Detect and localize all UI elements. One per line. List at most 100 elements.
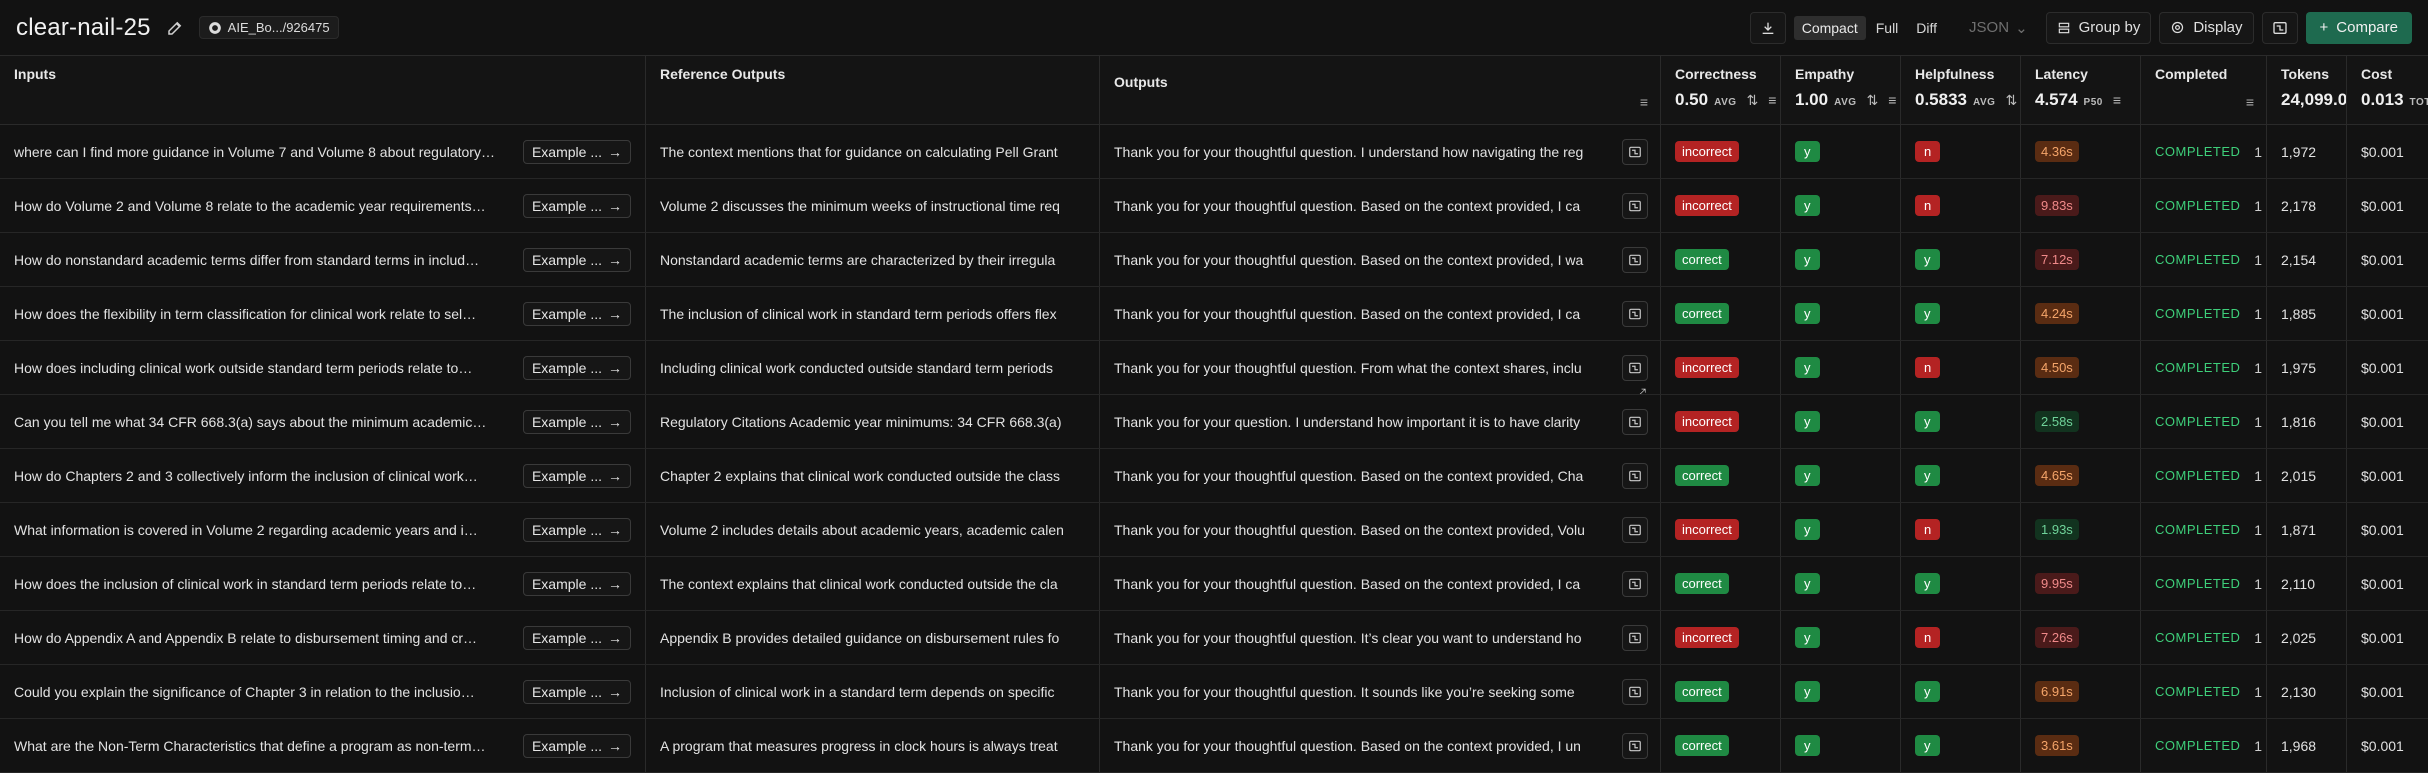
- correctness-cell[interactable]: incorrect: [1661, 341, 1781, 394]
- display-button[interactable]: Display: [2159, 11, 2254, 44]
- correctness-cell[interactable]: correct: [1661, 665, 1781, 718]
- example-button[interactable]: Example ... →: [522, 409, 631, 434]
- col-empathy[interactable]: Empathy 1.00 AVG ⇅ ≡: [1781, 56, 1901, 124]
- empathy-cell[interactable]: y: [1781, 287, 1901, 340]
- output-cell[interactable]: Thank you for your thoughtful question. …: [1100, 449, 1661, 502]
- empathy-cell[interactable]: y: [1781, 503, 1901, 556]
- table-row[interactable]: What are the Non-Term Characteristics th…: [0, 719, 2428, 773]
- input-cell[interactable]: How do Chapters 2 and 3 collectively inf…: [0, 449, 646, 502]
- reference-cell[interactable]: Chapter 2 explains that clinical work co…: [646, 449, 1100, 502]
- trace-icon[interactable]: [1622, 301, 1648, 327]
- input-cell[interactable]: How does the inclusion of clinical work …: [0, 557, 646, 610]
- reference-cell[interactable]: The inclusion of clinical work in standa…: [646, 287, 1100, 340]
- empathy-cell[interactable]: y: [1781, 665, 1901, 718]
- correctness-cell[interactable]: incorrect: [1661, 179, 1781, 232]
- latency-cell[interactable]: 4.24s: [2021, 287, 2141, 340]
- table-row[interactable]: How do Appendix A and Appendix B relate …: [0, 611, 2428, 665]
- latency-cell[interactable]: 9.83s: [2021, 179, 2141, 232]
- empathy-cell[interactable]: y: [1781, 395, 1901, 448]
- reference-cell[interactable]: Including clinical work conducted outsid…: [646, 341, 1100, 394]
- input-cell[interactable]: How does the flexibility in term classif…: [0, 287, 646, 340]
- example-button[interactable]: Example ... →: [522, 679, 631, 704]
- output-cell[interactable]: Thank you for your thoughtful question. …: [1100, 665, 1661, 718]
- example-button[interactable]: Example ... →: [522, 355, 631, 380]
- table-row[interactable]: How do nonstandard academic terms differ…: [0, 233, 2428, 287]
- col-outputs[interactable]: Outputs ≡: [1100, 56, 1661, 124]
- helpfulness-cell[interactable]: y: [1901, 287, 2021, 340]
- example-button[interactable]: Example ... →: [522, 733, 631, 758]
- completed-cell[interactable]: COMPLETED 1: [2141, 557, 2267, 610]
- empathy-cell[interactable]: y: [1781, 611, 1901, 664]
- trace-icon[interactable]: [1622, 571, 1648, 597]
- repo-link[interactable]: AIE_Bo.../926475: [198, 16, 339, 39]
- compare-button[interactable]: + Compare: [2305, 11, 2412, 44]
- table-row[interactable]: How does the inclusion of clinical work …: [0, 557, 2428, 611]
- latency-cell[interactable]: 3.61s: [2021, 719, 2141, 772]
- correctness-cell[interactable]: correct: [1661, 233, 1781, 286]
- output-cell[interactable]: Thank you for your thoughtful question. …: [1100, 503, 1661, 556]
- table-row[interactable]: How does the flexibility in term classif…: [0, 287, 2428, 341]
- helpfulness-cell[interactable]: y: [1901, 665, 2021, 718]
- trace-icon[interactable]: [1622, 517, 1648, 543]
- helpfulness-cell[interactable]: y: [1901, 395, 2021, 448]
- example-button[interactable]: Example ... →: [522, 139, 631, 164]
- input-cell[interactable]: How do Volume 2 and Volume 8 relate to t…: [0, 179, 646, 232]
- example-button[interactable]: Example ... →: [522, 301, 631, 326]
- output-cell[interactable]: Thank you for your thoughtful question. …: [1100, 611, 1661, 664]
- empathy-cell[interactable]: y: [1781, 341, 1901, 394]
- view-compact[interactable]: Compact: [1793, 15, 1866, 40]
- correctness-cell[interactable]: incorrect: [1661, 395, 1781, 448]
- edit-pencil-icon[interactable]: [165, 18, 185, 38]
- filter-icon[interactable]: ≡: [1640, 94, 1648, 110]
- correctness-cell[interactable]: correct: [1661, 449, 1781, 502]
- completed-cell[interactable]: COMPLETED 1: [2141, 449, 2267, 502]
- output-cell[interactable]: Thank you for your thoughtful question. …: [1100, 233, 1661, 286]
- latency-cell[interactable]: 2.58s: [2021, 395, 2141, 448]
- empathy-cell[interactable]: y: [1781, 179, 1901, 232]
- reference-cell[interactable]: The context explains that clinical work …: [646, 557, 1100, 610]
- example-button[interactable]: Example ... →: [522, 463, 631, 488]
- input-cell[interactable]: What are the Non-Term Characteristics th…: [0, 719, 646, 772]
- download-button[interactable]: [1749, 11, 1786, 44]
- input-cell[interactable]: Could you explain the significance of Ch…: [0, 665, 646, 718]
- helpfulness-cell[interactable]: n: [1901, 611, 2021, 664]
- trace-view-button[interactable]: [2261, 11, 2298, 44]
- reference-cell[interactable]: Inclusion of clinical work in a standard…: [646, 665, 1100, 718]
- output-cell[interactable]: Thank you for your thoughtful question. …: [1100, 125, 1661, 178]
- example-button[interactable]: Example ... →: [522, 625, 631, 650]
- helpfulness-cell[interactable]: n: [1901, 125, 2021, 178]
- filter-icon[interactable]: ≡: [2246, 94, 2254, 110]
- reference-cell[interactable]: Volume 2 discusses the minimum weeks of …: [646, 179, 1100, 232]
- reference-cell[interactable]: Regulatory Citations Academic year minim…: [646, 395, 1100, 448]
- input-cell[interactable]: Can you tell me what 34 CFR 668.3(a) say…: [0, 395, 646, 448]
- completed-cell[interactable]: COMPLETED 1: [2141, 503, 2267, 556]
- col-helpfulness[interactable]: Helpfulness 0.5833 AVG ⇅: [1901, 56, 2021, 124]
- table-row[interactable]: where can I find more guidance in Volume…: [0, 125, 2428, 179]
- trace-icon[interactable]: [1622, 409, 1648, 435]
- empathy-cell[interactable]: y: [1781, 449, 1901, 502]
- correctness-cell[interactable]: incorrect: [1661, 611, 1781, 664]
- col-cost[interactable]: Cost 0.013 TOT: [2347, 56, 2428, 124]
- correctness-cell[interactable]: incorrect: [1661, 503, 1781, 556]
- latency-cell[interactable]: 1.93s: [2021, 503, 2141, 556]
- completed-cell[interactable]: COMPLETED 1: [2141, 287, 2267, 340]
- completed-cell[interactable]: COMPLETED 1: [2141, 125, 2267, 178]
- table-row[interactable]: How does including clinical work outside…: [0, 341, 2428, 395]
- col-latency[interactable]: Latency 4.574 P50 ≡: [2021, 56, 2141, 124]
- col-tokens[interactable]: Tokens 24,099.0: [2267, 56, 2347, 124]
- example-button[interactable]: Example ... →: [522, 193, 631, 218]
- reference-cell[interactable]: A program that measures progress in cloc…: [646, 719, 1100, 772]
- latency-cell[interactable]: 9.95s: [2021, 557, 2141, 610]
- output-cell[interactable]: Thank you for your question. I understan…: [1100, 395, 1661, 448]
- input-cell[interactable]: How do Appendix A and Appendix B relate …: [0, 611, 646, 664]
- col-inputs[interactable]: Inputs: [0, 56, 646, 124]
- helpfulness-cell[interactable]: n: [1901, 503, 2021, 556]
- correctness-cell[interactable]: correct: [1661, 557, 1781, 610]
- correctness-cell[interactable]: incorrect: [1661, 125, 1781, 178]
- completed-cell[interactable]: COMPLETED 1: [2141, 179, 2267, 232]
- latency-cell[interactable]: 7.26s: [2021, 611, 2141, 664]
- correctness-cell[interactable]: correct: [1661, 287, 1781, 340]
- correctness-cell[interactable]: correct: [1661, 719, 1781, 772]
- output-cell[interactable]: Thank you for your thoughtful question. …: [1100, 557, 1661, 610]
- trace-icon[interactable]: [1622, 463, 1648, 489]
